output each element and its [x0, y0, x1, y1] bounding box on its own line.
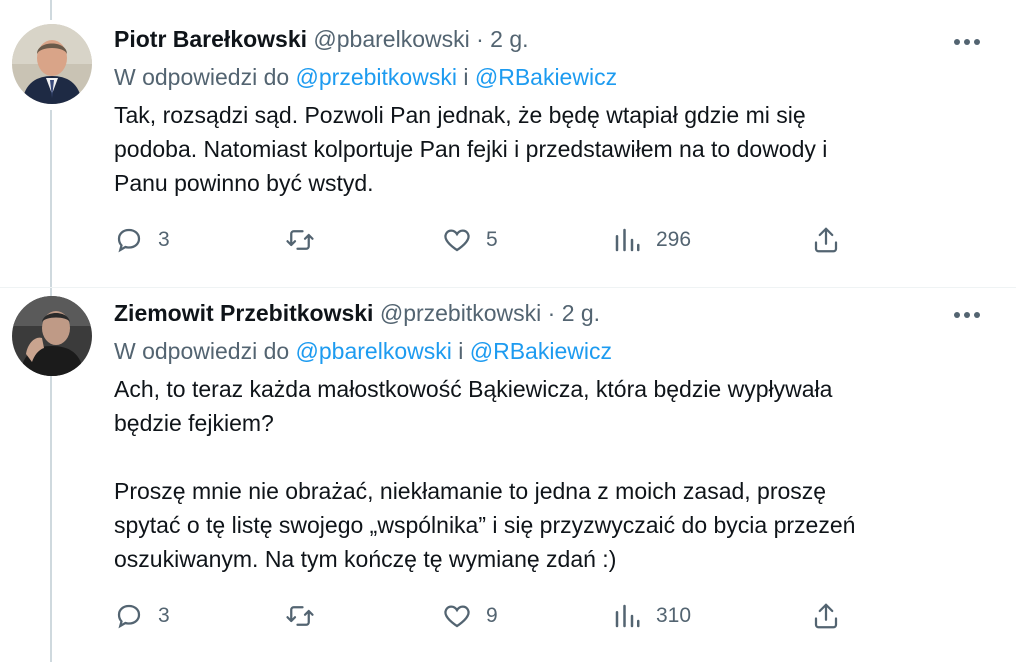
tweet-text: Tak, rozsądzi sąd. Pozwoli Pan jednak, ż…	[114, 98, 994, 200]
reply-to: W odpowiedzi do @przebitkowski i @RBakie…	[114, 64, 617, 91]
reply-prefix: W odpowiedzi do	[114, 64, 290, 90]
tweet-text-line: Panu powinno być wstyd.	[114, 170, 374, 196]
views-button[interactable]: 310	[612, 601, 691, 631]
reply-button[interactable]: 3	[114, 225, 170, 255]
reply-prefix: W odpowiedzi do	[114, 338, 290, 364]
retweet-button[interactable]	[285, 601, 329, 631]
avatar[interactable]	[12, 24, 92, 104]
tweet-text-line: Proszę mnie nie obrażać, niekłamanie to …	[114, 478, 827, 504]
tweet-text-line: podoba. Natomiast kolportuje Pan fejki i…	[114, 136, 828, 162]
mention-link[interactable]: @RBakiewicz	[470, 338, 612, 364]
separator-dot: ·	[476, 26, 484, 52]
reply-icon	[117, 228, 141, 253]
view-count: 296	[656, 228, 692, 251]
more-icon[interactable]	[952, 37, 982, 47]
like-button[interactable]: 5	[442, 225, 498, 255]
retweet-icon	[286, 606, 314, 626]
tweet-time[interactable]: 2 g.	[562, 300, 600, 326]
heart-icon	[444, 605, 470, 628]
retweet-icon	[286, 230, 314, 250]
tweet-header: Piotr Barełkowski @pbarelkowski · 2 g.	[114, 26, 529, 53]
like-count: 9	[486, 604, 498, 627]
author-name[interactable]: Piotr Barełkowski	[114, 26, 307, 52]
tweet-text-line: Ach, to teraz każda małostkowość Bąkiewi…	[114, 376, 833, 402]
tweet-time[interactable]: 2 g.	[490, 26, 528, 52]
views-icon	[615, 228, 640, 252]
author-name[interactable]: Ziemowit Przebitkowski	[114, 300, 373, 326]
avatar[interactable]	[12, 296, 92, 376]
reply-count: 3	[158, 228, 170, 251]
tweet-text-line	[114, 440, 994, 474]
tweet-text-line: spytać o tę listę swojego „wspólnika” i …	[114, 512, 856, 538]
author-handle[interactable]: @pbarelkowski	[313, 26, 469, 52]
mention-link[interactable]: @RBakiewicz	[475, 64, 617, 90]
tweet[interactable]: Piotr Barełkowski @pbarelkowski · 2 g. W…	[0, 0, 1016, 287]
reply-button[interactable]: 3	[114, 601, 170, 631]
more-icon[interactable]	[952, 310, 982, 320]
share-button[interactable]	[811, 225, 841, 255]
tweet-text-line: oszukiwanym. Na tym kończę tę wymianę zd…	[114, 546, 617, 572]
reply-count: 3	[158, 604, 170, 627]
retweet-button[interactable]	[285, 225, 329, 255]
mention-link[interactable]: @przebitkowski	[296, 64, 457, 90]
tweet-header: Ziemowit Przebitkowski @przebitkowski · …	[114, 300, 600, 327]
mention-link[interactable]: @pbarelkowski	[296, 338, 452, 364]
reply-joiner: i	[458, 338, 464, 364]
reply-icon	[117, 604, 141, 629]
reply-joiner: i	[463, 64, 469, 90]
tweet-text: Ach, to teraz każda małostkowość Bąkiewi…	[114, 372, 994, 576]
share-button[interactable]	[811, 601, 841, 631]
views-button[interactable]: 296	[612, 225, 691, 255]
tweet-text-line: będzie fejkiem?	[114, 410, 274, 436]
view-count: 310	[656, 604, 692, 627]
tweet-text-line: Tak, rozsądzi sąd. Pozwoli Pan jednak, ż…	[114, 102, 806, 128]
separator-dot: ·	[547, 300, 556, 326]
share-icon	[814, 227, 838, 253]
heart-icon	[444, 229, 470, 252]
tweet[interactable]: Ziemowit Przebitkowski @przebitkowski · …	[0, 288, 1016, 662]
share-icon	[814, 603, 838, 629]
author-handle[interactable]: @przebitkowski	[380, 300, 541, 326]
views-icon	[615, 604, 640, 628]
like-count: 5	[486, 228, 498, 251]
reply-to: W odpowiedzi do @pbarelkowski i @RBakiew…	[114, 338, 612, 365]
like-button[interactable]: 9	[442, 601, 498, 631]
